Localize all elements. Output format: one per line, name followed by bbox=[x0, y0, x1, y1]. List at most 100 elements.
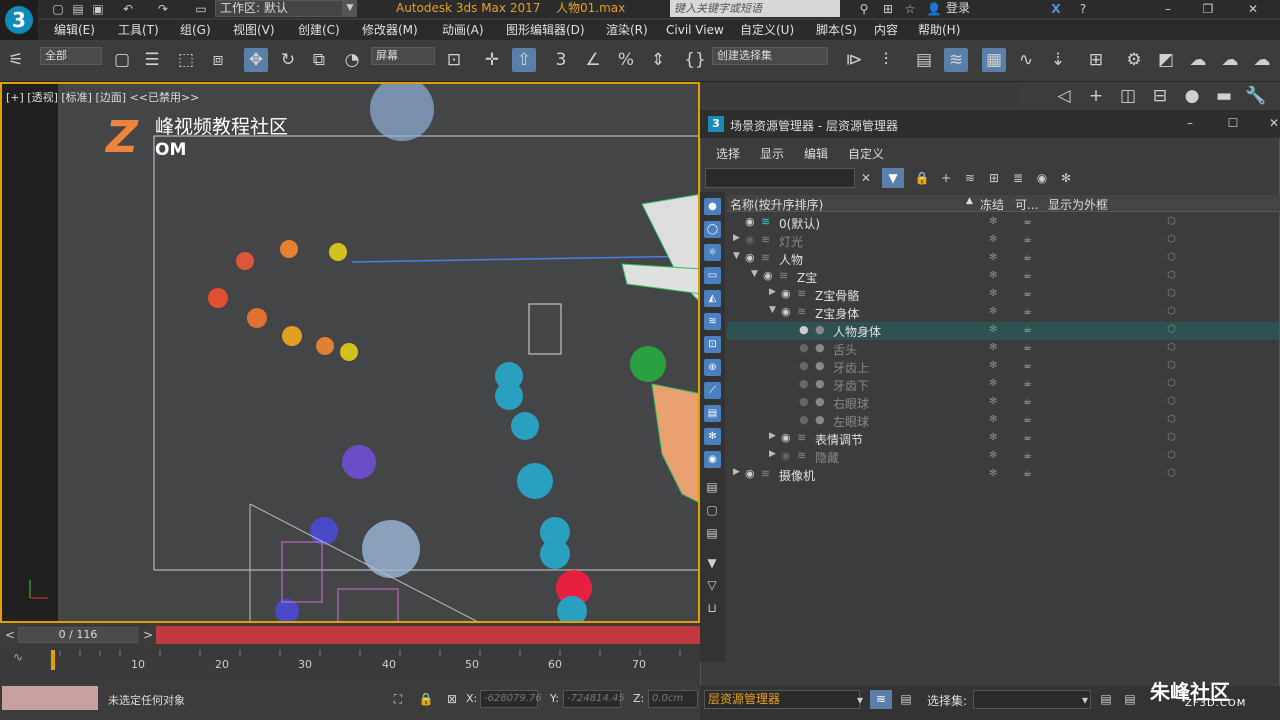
place-icon[interactable]: ◔ bbox=[340, 48, 364, 72]
visibility-eye-icon[interactable]: ◉ bbox=[745, 251, 755, 264]
expand-toggle-icon[interactable]: ▶ bbox=[733, 467, 740, 477]
menu-tools[interactable]: 工具(T) bbox=[118, 22, 159, 38]
layer-row[interactable]: ● ● 牙齿上 ✻ ☕ ⬡ bbox=[727, 358, 1280, 376]
display-box-toggle-icon[interactable]: ⬡ bbox=[1167, 432, 1176, 443]
perspective-viewport[interactable] bbox=[0, 82, 700, 623]
renderable-toggle-icon[interactable]: ☕ bbox=[1023, 270, 1032, 281]
menu-graph-editors[interactable]: 图形编辑器(D) bbox=[506, 22, 585, 38]
app-logo[interactable]: 3 bbox=[0, 0, 38, 40]
display-box-toggle-icon[interactable]: ⬡ bbox=[1167, 216, 1176, 227]
layer-row[interactable]: ▶ ◉ ≋ 表情调节 ✻ ☕ ⬡ bbox=[727, 430, 1280, 448]
renderable-toggle-icon[interactable]: ☕ bbox=[1023, 342, 1032, 353]
visibility-eye-icon[interactable]: ◉ bbox=[781, 431, 791, 444]
freeze-toggle-icon[interactable]: ✻ bbox=[989, 270, 997, 281]
display-containers-icon[interactable]: ▤ bbox=[704, 405, 721, 422]
layer-explorer-icon[interactable]: ≋ bbox=[870, 690, 892, 709]
scale-icon[interactable]: ⧉ bbox=[307, 48, 331, 72]
freeze-toggle-icon[interactable]: ✻ bbox=[989, 216, 997, 227]
align-icon[interactable]: ⫶ bbox=[874, 48, 898, 72]
time-slider-frame[interactable]: 0 / 116 bbox=[18, 627, 138, 643]
display-all-icon[interactable]: ● bbox=[704, 198, 721, 215]
chevron-down-icon[interactable]: ▾ bbox=[1077, 693, 1093, 707]
column-name-header[interactable]: 名称(按升序排序) bbox=[730, 196, 823, 213]
rect-selection-icon[interactable]: ⬚ bbox=[174, 48, 198, 72]
explorer-maximize-icon[interactable]: ☐ bbox=[1225, 116, 1241, 130]
menu-group[interactable]: 组(G) bbox=[180, 22, 211, 38]
layer-row[interactable]: ▶ ◉ ≋ 隐藏 ✻ ☕ ⬡ bbox=[727, 448, 1280, 466]
next-frame-icon[interactable]: > bbox=[140, 628, 156, 642]
ribbon-icon[interactable]: ▦ bbox=[982, 48, 1006, 72]
visibility-eye-icon[interactable]: ● bbox=[799, 359, 809, 372]
renderable-toggle-icon[interactable]: ☕ bbox=[1023, 252, 1032, 263]
clear-search-icon[interactable]: ✕ bbox=[858, 171, 874, 185]
freeze-toggle-icon[interactable]: ✻ bbox=[989, 450, 997, 461]
angle-snap-icon[interactable]: ∠ bbox=[581, 48, 605, 72]
open-file-icon[interactable]: ▤ bbox=[70, 2, 86, 16]
close-icon[interactable]: ✕ bbox=[1245, 2, 1261, 16]
selection-lock-icon[interactable]: 🔒 bbox=[418, 692, 434, 706]
layer-row-label[interactable]: Z宝 bbox=[797, 269, 817, 286]
help-icon[interactable]: ? bbox=[1075, 2, 1091, 16]
prev-frame-icon[interactable]: < bbox=[2, 628, 18, 642]
renderable-toggle-icon[interactable]: ☕ bbox=[1023, 324, 1032, 335]
curve-toggle-icon[interactable]: ∿ bbox=[10, 650, 26, 664]
render-production-icon[interactable]: ☁ bbox=[1186, 48, 1210, 72]
explorer-menu-edit[interactable]: 编辑 bbox=[804, 145, 828, 162]
layer-row[interactable]: ▼ ◉ ≋ Z宝身体 ✻ ☕ ⬡ bbox=[727, 304, 1280, 322]
selection-set-dropdown[interactable] bbox=[973, 690, 1091, 709]
save-icon[interactable]: ▣ bbox=[90, 2, 106, 16]
column-box-header[interactable]: 显示为外框 bbox=[1048, 196, 1108, 213]
absolute-mode-icon[interactable]: ⊠ bbox=[444, 692, 460, 706]
material-editor-icon[interactable]: ⊞ bbox=[1084, 48, 1108, 72]
modify-tab-icon[interactable]: ◫ bbox=[1116, 84, 1140, 108]
column-renderable-header[interactable]: 可... bbox=[1015, 196, 1038, 213]
freeze-toggle-icon[interactable]: ✻ bbox=[989, 432, 997, 443]
viewport-label[interactable]: [+] [透视] [标准] [边面] <<已禁用>> bbox=[6, 89, 199, 105]
renderable-toggle-icon[interactable]: ☕ bbox=[1023, 288, 1032, 299]
save-selection-icon[interactable]: ▤ bbox=[1098, 692, 1114, 706]
binoculars-icon[interactable]: ⚲ bbox=[856, 2, 872, 16]
display-box-toggle-icon[interactable]: ⬡ bbox=[1167, 234, 1176, 245]
visibility-eye-icon[interactable]: ● bbox=[799, 413, 809, 426]
isolate-icon[interactable]: ⛶ bbox=[390, 692, 406, 706]
layer-row[interactable]: ● ● 左眼球 ✻ ☕ ⬡ bbox=[727, 412, 1280, 430]
column-freeze-header[interactable]: 冻结 bbox=[980, 196, 1004, 213]
x-coordinate-field[interactable]: -628079.76 bbox=[480, 690, 542, 708]
explorer-search-input[interactable] bbox=[705, 168, 855, 188]
spinner-snap-icon[interactable]: ⇕ bbox=[646, 48, 670, 72]
renderable-toggle-icon[interactable]: ☕ bbox=[1023, 432, 1032, 443]
layer-row-label[interactable]: Z宝骨骼 bbox=[815, 287, 859, 304]
visibility-eye-icon[interactable]: ◉ bbox=[781, 305, 791, 318]
freeze-toggle-icon[interactable]: ✻ bbox=[989, 360, 997, 371]
layer-row[interactable]: ▶ ◉ ≋ 灯光 ✻ ☕ ⬡ bbox=[727, 232, 1280, 250]
display-frozen-icon[interactable]: ✻ bbox=[704, 428, 721, 445]
expand-toggle-icon[interactable]: ▼ bbox=[751, 269, 758, 279]
expand-toggle-icon[interactable]: ▶ bbox=[769, 287, 776, 297]
display-box-toggle-icon[interactable]: ⬡ bbox=[1167, 414, 1176, 425]
expand-toggle-icon[interactable]: ▼ bbox=[733, 251, 740, 261]
rotate-icon[interactable]: ↻ bbox=[276, 48, 300, 72]
layer-row[interactable]: ● ● 牙齿下 ✻ ☕ ⬡ bbox=[727, 376, 1280, 394]
layer-row-label[interactable]: 左眼球 bbox=[833, 413, 869, 430]
explorer-menu-customize[interactable]: 自定义 bbox=[848, 145, 884, 162]
freeze-toggle-icon[interactable]: ✻ bbox=[989, 342, 997, 353]
load-selection-icon[interactable]: ▤ bbox=[1122, 692, 1138, 706]
visibility-eye-icon[interactable]: ◉ bbox=[745, 233, 755, 246]
layer-row-label[interactable]: 隐藏 bbox=[815, 449, 839, 466]
add-to-layer-icon[interactable]: ⊞ bbox=[986, 171, 1002, 185]
display-cameras-icon[interactable]: ▭ bbox=[704, 267, 721, 284]
utilities-tab-icon[interactable]: 🔧 bbox=[1244, 84, 1268, 108]
display-children-icon[interactable]: ▤ bbox=[704, 480, 720, 494]
menu-help[interactable]: 帮助(H) bbox=[918, 22, 960, 38]
visibility-eye-icon[interactable]: ◉ bbox=[745, 215, 755, 228]
display-box-toggle-icon[interactable]: ⬡ bbox=[1167, 270, 1176, 281]
freeze-toggle-icon[interactable]: ✻ bbox=[989, 234, 997, 245]
layer-row-label[interactable]: 灯光 bbox=[779, 233, 803, 250]
layer-row[interactable]: ● ● 右眼球 ✻ ☕ ⬡ bbox=[727, 394, 1280, 412]
renderable-toggle-icon[interactable]: ☕ bbox=[1023, 306, 1032, 317]
layer-row-label[interactable]: 人物 bbox=[779, 251, 803, 268]
motion-tab-icon[interactable]: ● bbox=[1180, 84, 1204, 108]
visibility-eye-icon[interactable]: ◉ bbox=[781, 449, 791, 462]
display-box-toggle-icon[interactable]: ⬡ bbox=[1167, 396, 1176, 407]
renderable-toggle-icon[interactable]: ☕ bbox=[1023, 234, 1032, 245]
